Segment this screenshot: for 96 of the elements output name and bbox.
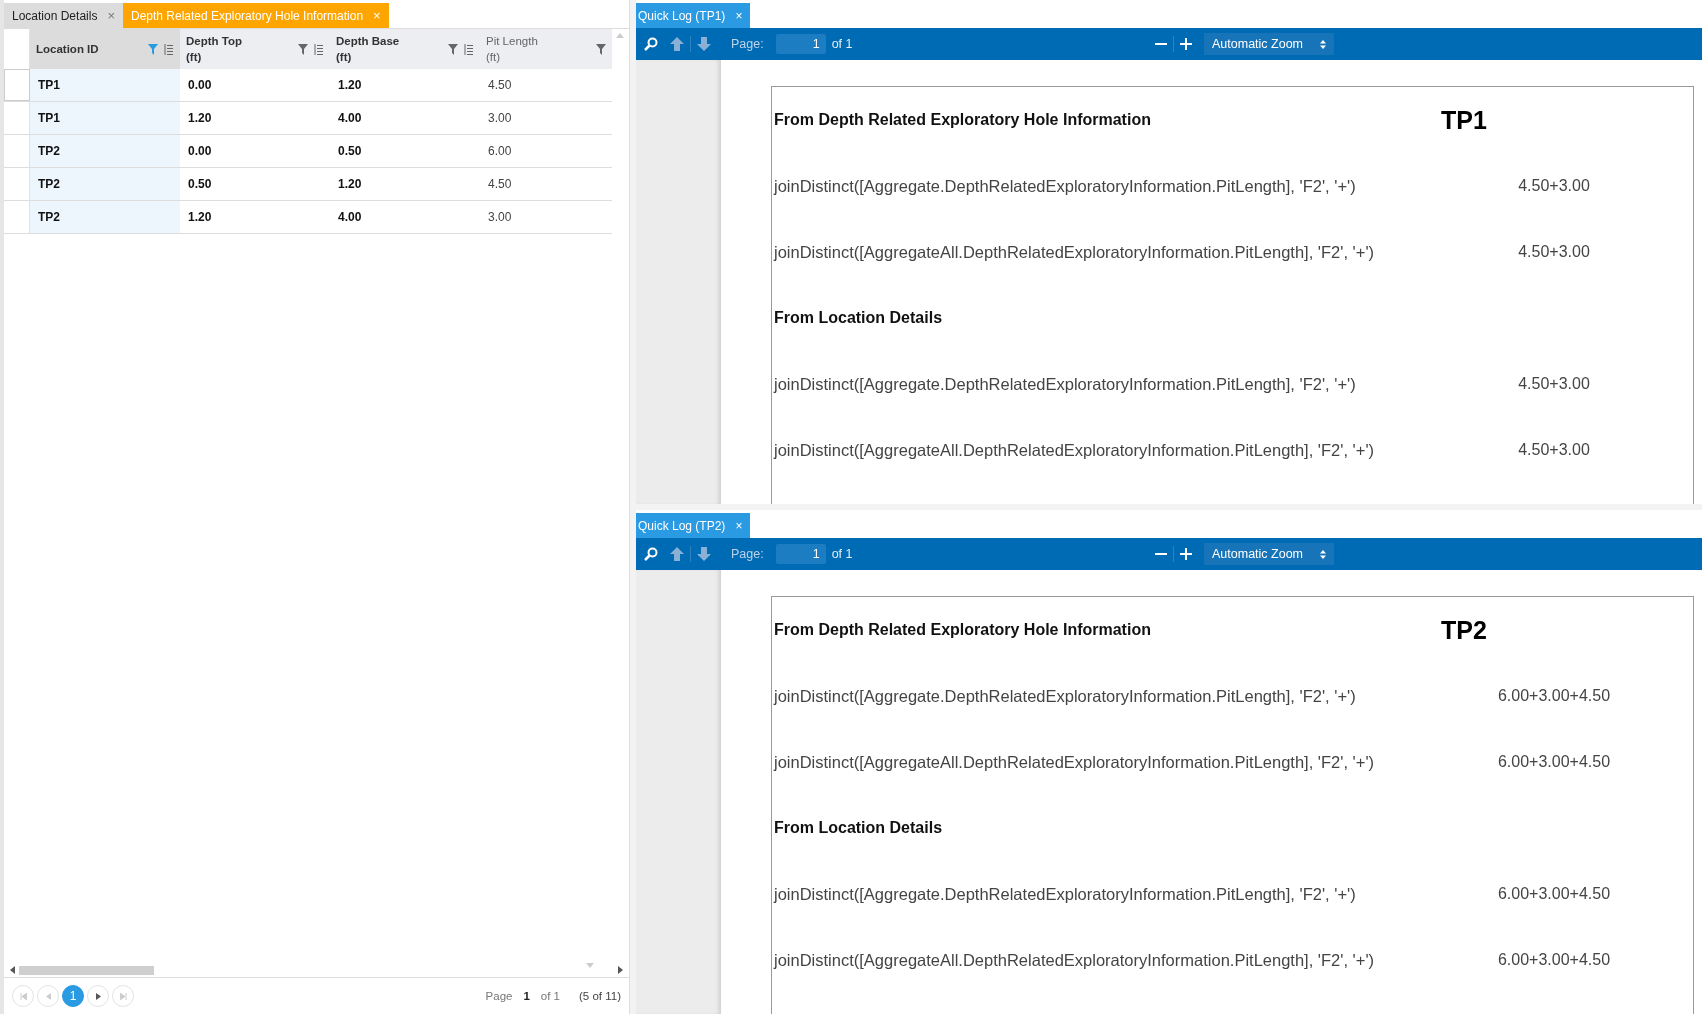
section-heading: From Location Details xyxy=(774,819,943,837)
tab[interactable]: Quick Log (TP1) × xyxy=(636,3,751,28)
zoom-in-icon[interactable] xyxy=(1180,38,1192,50)
select-caret-icon xyxy=(1320,549,1326,559)
section-heading: From Location Details xyxy=(774,309,943,327)
page-total: of 1 xyxy=(831,37,853,51)
scrollbar-thumb[interactable] xyxy=(19,965,154,975)
section-heading: From Depth Related Exploratory Hole Information xyxy=(774,111,1151,129)
table-cell: TP2 xyxy=(30,201,180,233)
formula-value: 6.00+3.00+4.50 xyxy=(1496,753,1612,771)
page-total: of 1 xyxy=(540,990,560,1002)
filter-icon[interactable] xyxy=(298,43,308,55)
record-count: (5 of 11) xyxy=(579,990,621,1002)
page-number-field[interactable]: 1 xyxy=(775,34,826,54)
tab[interactable]: Quick Log (TP2) × xyxy=(636,513,751,538)
first-page-icon xyxy=(19,992,27,1000)
scroll-right-icon[interactable] xyxy=(618,966,623,974)
scroll-left-icon[interactable] xyxy=(10,966,15,974)
formula-value: 6.00+3.00+4.50 xyxy=(1496,687,1612,705)
formula-text: joinDistinct([AggregateAll.DepthRelatedExploratoryInformation.PitLength], 'F2', '+') xyxy=(774,752,1376,772)
table-cell-text: 0.00 xyxy=(187,77,213,94)
table-cell-text: 4.00 xyxy=(337,110,363,127)
page-label: Page: xyxy=(731,547,764,561)
document-title: TP2 xyxy=(1440,615,1488,645)
column-menu-icon[interactable] xyxy=(314,43,324,55)
column-menu-icon[interactable] xyxy=(464,43,474,55)
table-cell-text: 3.00 xyxy=(487,110,513,127)
table-cell-text: 0.50 xyxy=(337,143,363,160)
formula-text: joinDistinct([AggregateAll.DepthRelatedExploratoryInformation.PitLength], 'F2', '+') xyxy=(774,950,1376,970)
column-title: Location ID xyxy=(36,42,100,57)
formula-text: joinDistinct([Aggregate.DepthRelatedExploratoryInformation.PitLength], 'F2', '+') xyxy=(774,884,1357,904)
page-label: Page xyxy=(485,990,513,1002)
filter-icon[interactable] xyxy=(148,43,158,55)
search-icon[interactable] xyxy=(644,547,658,561)
scroll-down-icon[interactable] xyxy=(586,963,594,968)
previous-page-icon xyxy=(45,992,51,1000)
formula-text: joinDistinct([Aggregate.DepthRelatedExploratoryInformation.PitLength], 'F2', '+') xyxy=(774,686,1357,706)
formula-value: 6.00+3.00+4.50 xyxy=(1496,951,1612,969)
column-title: Depth Top (ft) xyxy=(186,34,243,65)
filter-icon[interactable] xyxy=(448,43,458,55)
column-header[interactable]: Depth Top (ft) xyxy=(180,29,330,69)
page-total: of 1 xyxy=(831,547,853,561)
page-number: 1 xyxy=(523,990,530,1002)
table-cell-text: 1.20 xyxy=(187,209,213,226)
table-cell-text: 4.50 xyxy=(487,77,513,94)
zoom-dropdown[interactable]: Automatic Zoom xyxy=(1204,33,1334,55)
down-arrow-icon[interactable] xyxy=(697,547,711,561)
tab[interactable]: Location Details × xyxy=(4,3,123,28)
table-cell-text: 0.00 xyxy=(187,143,213,160)
document-title: TP1 xyxy=(1440,105,1488,135)
last-page-icon xyxy=(119,992,127,1000)
close-icon[interactable]: × xyxy=(735,518,743,533)
table-cell: TP1 xyxy=(30,69,180,101)
table-cell: TP1 xyxy=(30,102,180,134)
column-menu-icon[interactable] xyxy=(164,43,174,55)
select-caret-icon xyxy=(1320,39,1326,49)
search-icon[interactable] xyxy=(644,37,658,51)
column-header[interactable]: Pit Length (ft) xyxy=(480,29,612,69)
formula-value: 4.50+3.00 xyxy=(1517,243,1591,261)
table-cell-text: 1.20 xyxy=(187,110,213,127)
column-header[interactable]: Location ID xyxy=(30,29,180,69)
table-cell-text: 3.00 xyxy=(487,209,513,226)
formula-value: 6.00+3.00+4.50 xyxy=(1496,885,1612,903)
table-cell-text: 1.20 xyxy=(337,77,363,94)
up-arrow-icon[interactable] xyxy=(670,547,684,561)
formula-value: 4.50+3.00 xyxy=(1517,375,1591,393)
zoom-dropdown[interactable]: Automatic Zoom xyxy=(1204,543,1334,565)
close-icon[interactable]: × xyxy=(107,8,115,23)
down-arrow-icon[interactable] xyxy=(697,37,711,51)
section-heading: From Depth Related Exploratory Hole Information xyxy=(774,621,1151,639)
next-page-icon xyxy=(95,992,101,1000)
row-selector[interactable] xyxy=(4,69,30,101)
table-cell-text: 4.50 xyxy=(487,176,513,193)
formula-text: joinDistinct([Aggregate.DepthRelatedExploratoryInformation.PitLength], 'F2', '+') xyxy=(774,374,1357,394)
column-title: Depth Base (ft) xyxy=(336,34,401,65)
formula-value: 4.50+3.00 xyxy=(1517,177,1591,195)
table-cell-text: 6.00 xyxy=(487,143,513,160)
page-number-field[interactable]: 1 xyxy=(775,544,826,564)
scroll-up-icon[interactable] xyxy=(616,33,624,38)
table-cell: TP2 xyxy=(30,168,180,200)
filter-icon[interactable] xyxy=(596,43,606,55)
close-icon[interactable]: × xyxy=(735,8,743,23)
column-title: Pit Length (ft) xyxy=(486,34,539,65)
table-cell-text: 4.00 xyxy=(337,209,363,226)
formula-text: joinDistinct([AggregateAll.DepthRelatedExploratoryInformation.PitLength], 'F2', '+') xyxy=(774,242,1376,262)
up-arrow-icon[interactable] xyxy=(670,37,684,51)
table-cell-text: 0.50 xyxy=(187,176,213,193)
table-cell: TP2 xyxy=(30,135,180,167)
zoom-in-icon[interactable] xyxy=(1180,548,1192,560)
formula-text: joinDistinct([AggregateAll.DepthRelatedExploratoryInformation.PitLength], 'F2', '+') xyxy=(774,440,1376,460)
page-number-button[interactable]: 1 xyxy=(62,985,84,1007)
formula-value: 4.50+3.00 xyxy=(1517,441,1591,459)
page-label: Page: xyxy=(731,37,764,51)
column-header[interactable]: Depth Base (ft) xyxy=(330,29,480,69)
table-cell-text: 1.20 xyxy=(337,176,363,193)
formula-text: joinDistinct([Aggregate.DepthRelatedExploratoryInformation.PitLength], 'F2', '+') xyxy=(774,176,1357,196)
